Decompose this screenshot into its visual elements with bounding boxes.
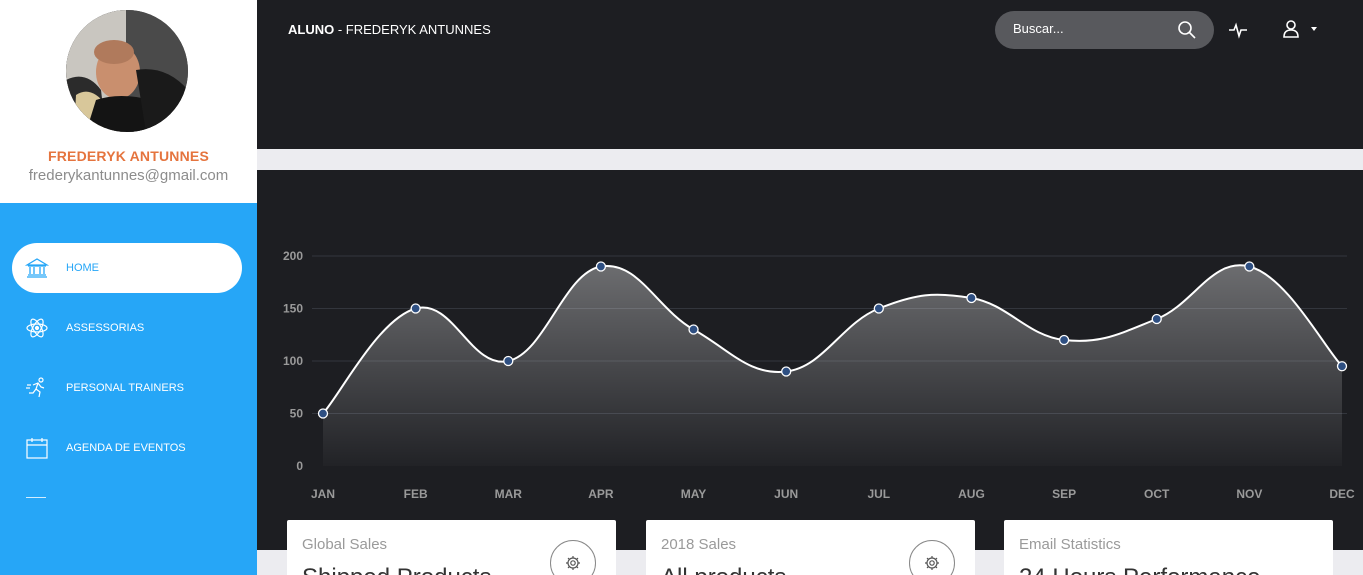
card-category: 2018 Sales [661,536,737,553]
x-tick-label: OCT [1144,487,1170,501]
sidebar-item-personal-trainers[interactable]: PERSONAL TRAINERS [12,363,242,413]
data-point-mar[interactable] [503,355,514,367]
gear-icon [566,556,580,570]
data-point-sep[interactable] [1058,334,1070,346]
sidebar-item-label: AGENDA DE EVENTOS [66,442,186,454]
card-title: All products [661,564,786,575]
line-chart: 0 50 100 150 200 JAN FEB MAR APR MAY JUN JUL AUG SEP… [283,249,1355,501]
page-title: ALUNO - FREDERYK ANTUNNES [288,22,491,37]
sidebar: FREDERYK ANTUNNES frederykantunnes@gmail… [0,0,257,575]
avatar[interactable] [66,10,188,132]
x-tick-label: APR [588,487,614,501]
profile-panel: FREDERYK ANTUNNES frederykantunnes@gmail… [0,0,257,203]
runner-icon [24,375,50,401]
data-point-jul[interactable] [873,303,884,314]
x-tick-label: DEC [1329,487,1355,501]
x-tick-label: FEB [404,487,428,501]
y-tick-label: 150 [283,302,303,316]
data-point-jun[interactable] [781,366,792,377]
search-input[interactable] [1013,21,1173,36]
title-separator: - [334,22,346,37]
atom-icon [24,315,50,341]
card-settings-button[interactable] [550,540,596,575]
avatar-photo [66,10,188,132]
content-gap [257,149,1363,170]
data-point-feb[interactable] [410,303,421,314]
chart-panel: 0 50 100 150 200 JAN FEB MAR APR MAY JUN JUL AUG SEP… [257,170,1363,550]
profile-name: FREDERYK ANTUNNES [47,148,210,164]
sidebar-next-icon [26,497,46,500]
x-tick-label: AUG [958,487,985,501]
card-2018-sales: 2018 Sales All products [646,520,975,575]
search-box [995,11,1214,49]
data-point-nov[interactable] [1244,261,1255,272]
data-point-apr[interactable] [595,261,607,272]
pulse-icon[interactable] [1228,20,1248,40]
y-tick-label: 50 [290,407,304,421]
sidebar-item-home[interactable]: HOME [12,243,242,293]
sidebar-item-label: ASSESSORIAS [66,322,145,334]
card-category: Email Statistics [1019,536,1121,553]
profile-email: frederykantunnes@gmail.com [28,167,229,184]
user-icon[interactable] [1281,19,1301,39]
x-tick-label: MAR [495,487,523,501]
bank-icon [24,255,50,281]
data-point-jan[interactable] [317,408,329,419]
title-user-name: FREDERYK ANTUNNES [345,22,491,37]
data-point-oct[interactable] [1151,313,1162,325]
x-tick-label: NOV [1236,487,1262,501]
y-tick-label: 200 [283,249,303,263]
data-point-may[interactable] [688,324,699,335]
card-title: Shipped Products [302,564,491,575]
top-navbar: ALUNO - FREDERYK ANTUNNES [257,0,1363,149]
card-settings-button[interactable] [909,540,955,575]
card-category: Global Sales [302,536,388,553]
card-title: 24 Hours Performance [1019,564,1260,575]
data-point-aug[interactable] [966,292,977,304]
x-tick-label: JAN [311,487,335,501]
search-icon[interactable] [1177,20,1197,40]
calendar-icon [24,435,50,461]
caret-down-icon[interactable] [1311,27,1317,31]
x-tick-label: JUN [774,487,798,501]
sidebar-item-label: HOME [66,262,99,274]
y-tick-label: 0 [296,459,303,473]
sidebar-item-agenda-de-eventos[interactable]: AGENDA DE EVENTOS [12,423,242,473]
x-tick-label: MAY [681,487,707,501]
gear-icon [925,556,939,570]
user-role: ALUNO [288,22,335,37]
data-point-dec[interactable] [1336,361,1348,372]
x-tick-label: JUL [867,487,890,501]
card-global-sales: Global Sales Shipped Products [287,520,616,575]
sidebar-item-label: PERSONAL TRAINERS [66,382,184,394]
card-email-statistics: Email Statistics 24 Hours Performance [1004,520,1333,575]
sidebar-item-assessorias[interactable]: ASSESSORIAS [12,303,242,353]
x-tick-label: SEP [1052,487,1076,501]
y-tick-label: 100 [283,354,303,368]
